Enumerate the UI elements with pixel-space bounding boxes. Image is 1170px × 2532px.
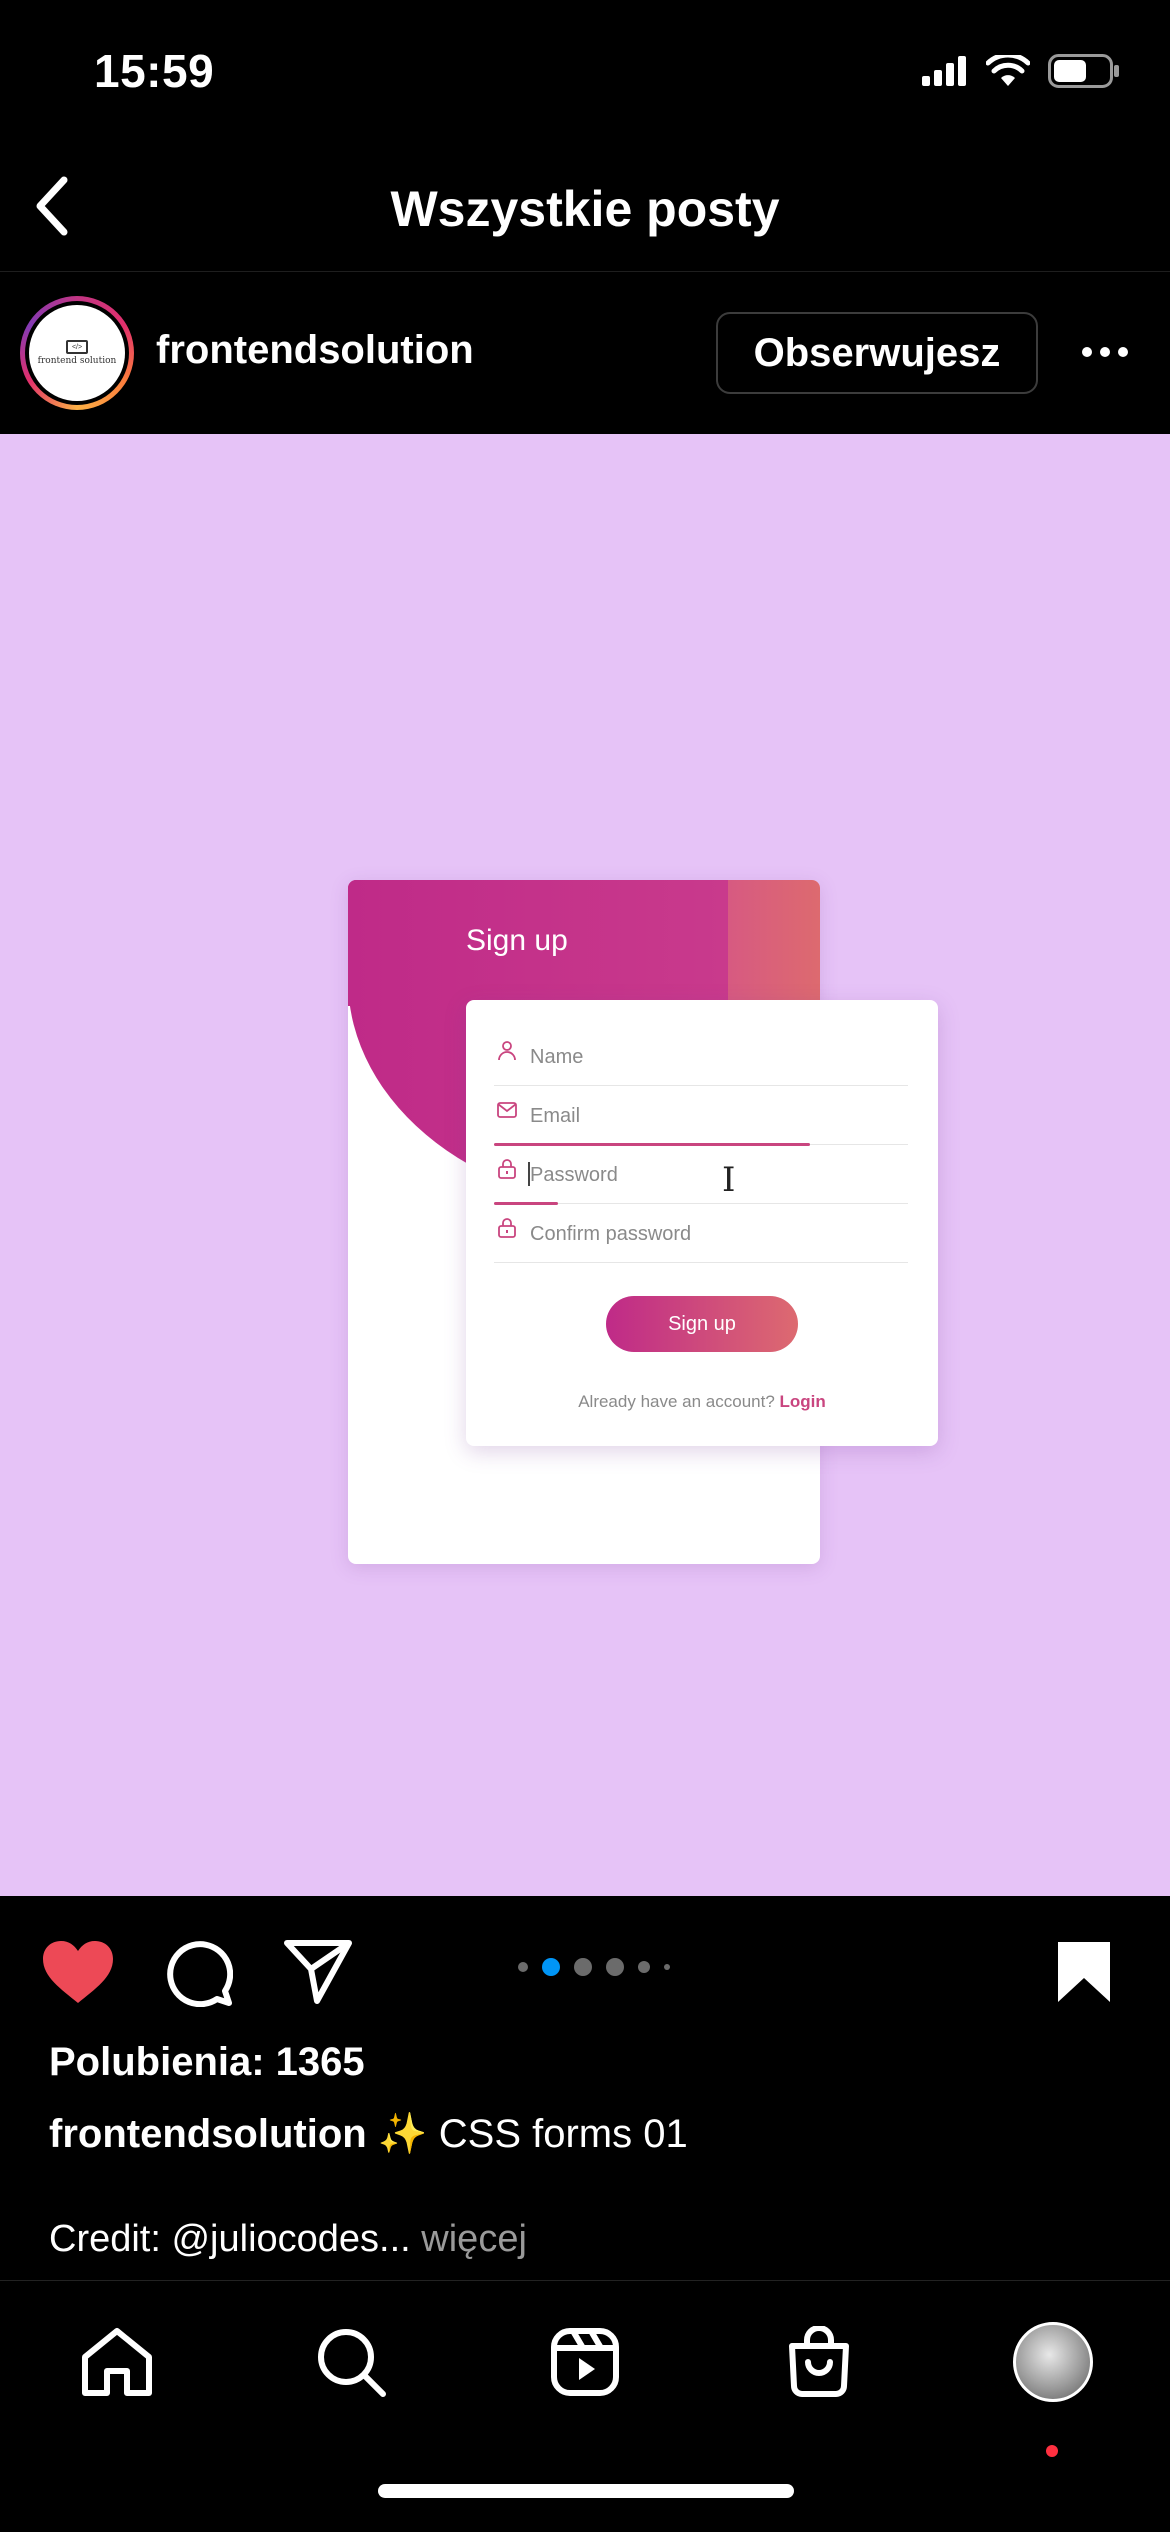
more-dot [1100, 347, 1110, 357]
name-field-label: Name [530, 1046, 584, 1068]
author-username[interactable]: frontendsolution [156, 328, 474, 373]
save-button[interactable] [1044, 1932, 1124, 2012]
following-button[interactable]: Obserwujesz [716, 312, 1038, 394]
caption-text: ✨ CSS forms 01 [377, 2112, 688, 2156]
more-dot [1082, 347, 1092, 357]
mail-icon [497, 1102, 517, 1118]
carousel-dot-active [542, 1958, 560, 1976]
code-brackets-icon: </> [66, 340, 88, 354]
share-button[interactable] [278, 1932, 358, 2012]
profile-notification-dot [1046, 2445, 1058, 2457]
status-time: 15:59 [94, 45, 215, 97]
post-caption: frontendsolution ✨ CSS forms 01 [49, 2110, 688, 2157]
tab-reels[interactable] [540, 2317, 630, 2407]
more-dot [1118, 347, 1128, 357]
more-link[interactable]: więcej [421, 2218, 527, 2260]
bookmark-icon [1058, 1942, 1110, 2002]
send-icon [284, 1940, 352, 2004]
carousel-indicator [518, 1958, 670, 1976]
comment-icon [167, 1941, 233, 2007]
lock-icon [498, 1159, 516, 1179]
tab-shop[interactable] [774, 2317, 864, 2407]
carousel-dot [638, 1961, 650, 1973]
like-button[interactable] [38, 1932, 118, 2012]
text-cursor-icon: I [722, 1160, 736, 1200]
tab-profile[interactable] [1008, 2317, 1098, 2407]
likes-count[interactable]: Polubienia: 1365 [49, 2040, 365, 2085]
user-icon [498, 1041, 516, 1061]
post-image[interactable]: Sign up Name Email Password I Confirm pa… [0, 434, 1170, 1896]
signup-card-title: Sign up [466, 924, 568, 957]
caption-username[interactable]: frontendsolution [49, 2112, 367, 2156]
home-indicator [378, 2484, 794, 2498]
name-field: Name [494, 1028, 908, 1086]
post-header: </> frontend solution frontendsolution O… [0, 272, 1170, 434]
avatar-logo-text: frontend solution [37, 356, 117, 366]
heart-icon [43, 1941, 113, 2003]
more-options-button[interactable] [1074, 332, 1136, 372]
login-prompt: Already have an account? Login [466, 1392, 938, 1412]
cellular-signal-icon [922, 56, 966, 86]
carousel-dot [574, 1958, 592, 1976]
confirm-password-field: Confirm password [494, 1205, 908, 1263]
password-field: Password I [494, 1146, 908, 1205]
home-icon [82, 2328, 152, 2396]
search-icon [318, 2329, 386, 2397]
tab-search[interactable] [306, 2317, 396, 2407]
wifi-icon [986, 55, 1030, 86]
battery-icon [1048, 54, 1119, 88]
post-credit: Credit: @juliocodes... więcej [49, 2218, 527, 2261]
shop-icon [789, 2326, 849, 2397]
tab-home[interactable] [72, 2317, 162, 2407]
status-icons [922, 54, 1120, 88]
carousel-dot [518, 1962, 528, 1972]
login-prompt-text: Already have an account? [578, 1392, 775, 1411]
signup-form-card: Name Email Password I Confirm password S… [466, 1000, 938, 1446]
login-link: Login [779, 1392, 826, 1411]
credit-text: Credit: @juliocodes... [49, 2218, 411, 2260]
avatar-logo: </> frontend solution [29, 305, 125, 401]
status-bar: 15:59 [0, 0, 1170, 140]
carousel-dot [664, 1964, 670, 1970]
password-field-label: Password [530, 1164, 618, 1186]
profile-avatar [1013, 2322, 1093, 2402]
page-title: Wszystkie posty [390, 181, 780, 237]
confirm-password-field-label: Confirm password [530, 1223, 692, 1245]
signup-button: Sign up [606, 1296, 798, 1352]
email-field-label: Email [530, 1105, 581, 1127]
nav-header: Wszystkie posty [0, 140, 1170, 272]
comment-button[interactable] [158, 1932, 238, 2012]
lock-icon [498, 1218, 516, 1238]
carousel-dot [606, 1958, 624, 1976]
email-field: Email [494, 1087, 908, 1146]
reels-icon [551, 2328, 619, 2396]
author-avatar[interactable]: </> frontend solution [20, 296, 134, 410]
post-action-bar [0, 1896, 1170, 2042]
